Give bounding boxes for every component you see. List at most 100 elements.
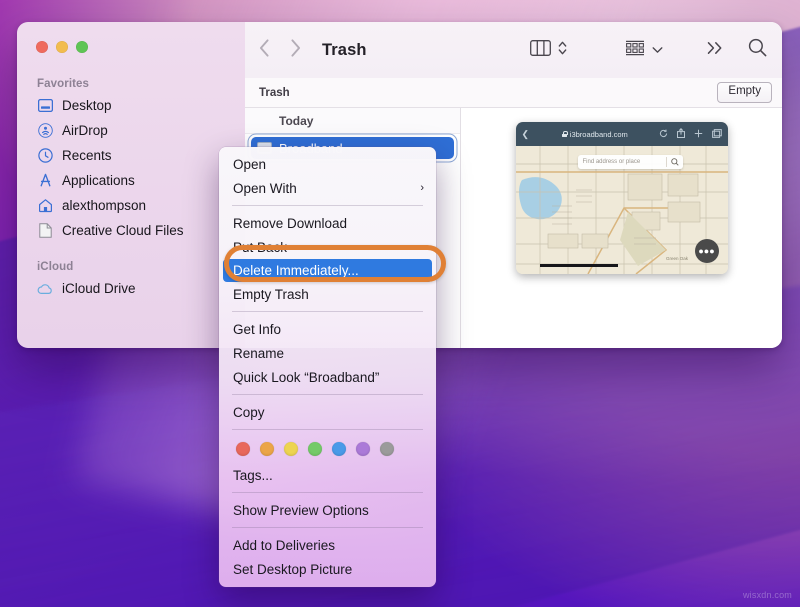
- sidebar-section-icloud: iCloud: [17, 261, 245, 276]
- preview-thumbnail-browser-screenshot: ❮ i3broadband.com: [516, 122, 728, 274]
- menu-separator: [232, 492, 423, 493]
- toolbar-right-controls: [707, 38, 767, 62]
- menu-separator: [232, 311, 423, 312]
- menu-item-copy[interactable]: Copy: [219, 400, 436, 424]
- menu-item-delete-immediately[interactable]: Delete Immediately...: [223, 259, 432, 282]
- menu-item-label: Copy: [233, 405, 265, 420]
- menu-item-label: Get Info: [233, 322, 281, 337]
- sidebar-item-applications[interactable]: Applications: [17, 168, 245, 193]
- menu-item-open-with[interactable]: Open With ›: [219, 176, 436, 200]
- finder-toolbar: Trash: [245, 22, 782, 78]
- sidebar-item-label: Applications: [62, 173, 135, 188]
- sidebar-item-recents[interactable]: Recents: [17, 143, 245, 168]
- screenshot-browser-chrome: ❮ i3broadband.com: [516, 122, 728, 146]
- menu-item-quick-look[interactable]: Quick Look “Broadband”: [219, 365, 436, 389]
- screenshot-url-bar: i3broadband.com: [531, 130, 658, 139]
- share-icon: [677, 125, 685, 143]
- close-button[interactable]: [36, 41, 48, 53]
- finder-sidebar: Favorites Desktop AirDrop Recents Applic…: [17, 22, 245, 348]
- group-by-controls: [625, 40, 663, 61]
- tag-color-purple[interactable]: [356, 442, 370, 456]
- lock-icon: [562, 131, 567, 137]
- tag-color-yellow[interactable]: [284, 442, 298, 456]
- watermark: wisxdn.com: [743, 590, 792, 600]
- menu-item-empty-trash[interactable]: Empty Trash: [219, 282, 436, 306]
- menu-item-label: Add to Deliveries: [233, 538, 335, 553]
- menu-item-label: Open: [233, 157, 266, 172]
- search-icon: [671, 158, 679, 168]
- reload-icon: [659, 125, 668, 143]
- navigation-buttons: [259, 39, 301, 62]
- chevron-down-icon[interactable]: [652, 41, 663, 59]
- chat-bubble-icon[interactable]: ●●●: [695, 239, 719, 263]
- map-search-placeholder: Find address or place: [583, 159, 641, 165]
- sidebar-item-label: Creative Cloud Files: [62, 223, 184, 238]
- column-view-icon[interactable]: [530, 40, 551, 61]
- window-title: Trash: [322, 41, 367, 60]
- menu-item-label: Put Back: [233, 240, 287, 255]
- sidebar-item-alexthompson[interactable]: alexthompson: [17, 193, 245, 218]
- menu-item-label: Empty Trash: [233, 287, 309, 302]
- screenshot-chrome-icons: [659, 125, 722, 143]
- clock-icon: [37, 148, 53, 164]
- search-icon[interactable]: [748, 38, 767, 62]
- view-controls: [530, 40, 567, 61]
- menu-item-rename[interactable]: Rename: [219, 341, 436, 365]
- menu-item-label: Rename: [233, 346, 284, 361]
- menu-item-show-preview-options[interactable]: Show Preview Options: [219, 498, 436, 522]
- menu-item-label: Tags...: [233, 468, 273, 483]
- desktop-icon: [37, 98, 53, 114]
- menu-separator: [232, 527, 423, 528]
- sidebar-item-airdrop[interactable]: AirDrop: [17, 118, 245, 143]
- screenshot-url-text: i3broadband.com: [570, 130, 628, 139]
- menu-separator: [232, 394, 423, 395]
- up-down-chevron-icon[interactable]: [558, 40, 567, 61]
- tag-color-green[interactable]: [308, 442, 322, 456]
- tag-color-row: [219, 435, 436, 463]
- menu-item-get-info[interactable]: Get Info: [219, 317, 436, 341]
- document-icon: [37, 223, 53, 239]
- tag-color-gray[interactable]: [380, 442, 394, 456]
- menu-item-set-desktop-picture[interactable]: Set Desktop Picture: [219, 557, 436, 581]
- menu-item-label: Set Desktop Picture: [233, 562, 352, 577]
- map-search-divider: [666, 157, 667, 167]
- sidebar-item-label: Desktop: [62, 98, 112, 113]
- menu-item-put-back[interactable]: Put Back: [219, 235, 436, 259]
- sidebar-item-label: Recents: [62, 148, 112, 163]
- menu-item-label: Quick Look “Broadband”: [233, 370, 379, 385]
- home-icon: [37, 198, 53, 214]
- map-search-input[interactable]: Find address or place: [578, 155, 683, 169]
- finder-path-bar: Trash Empty: [245, 78, 782, 108]
- menu-separator: [232, 429, 423, 430]
- sidebar-item-creative-cloud-files[interactable]: Creative Cloud Files: [17, 218, 245, 243]
- menu-item-remove-download[interactable]: Remove Download: [219, 211, 436, 235]
- empty-trash-button[interactable]: Empty: [717, 82, 772, 102]
- tag-color-red[interactable]: [236, 442, 250, 456]
- group-by-icon[interactable]: [625, 40, 645, 61]
- window-controls: [17, 28, 245, 53]
- minimize-button[interactable]: [56, 41, 68, 53]
- sidebar-item-label: alexthompson: [62, 198, 146, 213]
- sidebar-item-label: iCloud Drive: [62, 281, 136, 296]
- sidebar-item-icloud-drive[interactable]: iCloud Drive: [17, 276, 245, 301]
- path-label: Trash: [259, 87, 290, 99]
- menu-item-label: Delete Immediately...: [233, 263, 359, 278]
- context-menu: Open Open With › Remove Download Put Bac…: [219, 147, 436, 587]
- back-button[interactable]: [259, 39, 270, 62]
- menu-item-tags[interactable]: Tags...: [219, 463, 436, 487]
- cloud-icon: [37, 281, 53, 297]
- tag-color-orange[interactable]: [260, 442, 274, 456]
- menu-item-add-to-deliveries[interactable]: Add to Deliveries: [219, 533, 436, 557]
- preview-pane: ❮ i3broadband.com: [461, 108, 782, 348]
- menu-item-label: Show Preview Options: [233, 503, 369, 518]
- sidebar-item-desktop[interactable]: Desktop: [17, 93, 245, 118]
- menu-item-label: Open With: [233, 181, 297, 196]
- more-chevrons-icon[interactable]: [707, 41, 724, 60]
- applications-icon: [37, 173, 53, 189]
- chevron-right-icon: ›: [420, 182, 424, 194]
- airdrop-icon: [37, 123, 53, 139]
- zoom-button[interactable]: [76, 41, 88, 53]
- menu-item-open[interactable]: Open: [219, 152, 436, 176]
- tag-color-blue[interactable]: [332, 442, 346, 456]
- forward-button[interactable]: [290, 39, 301, 62]
